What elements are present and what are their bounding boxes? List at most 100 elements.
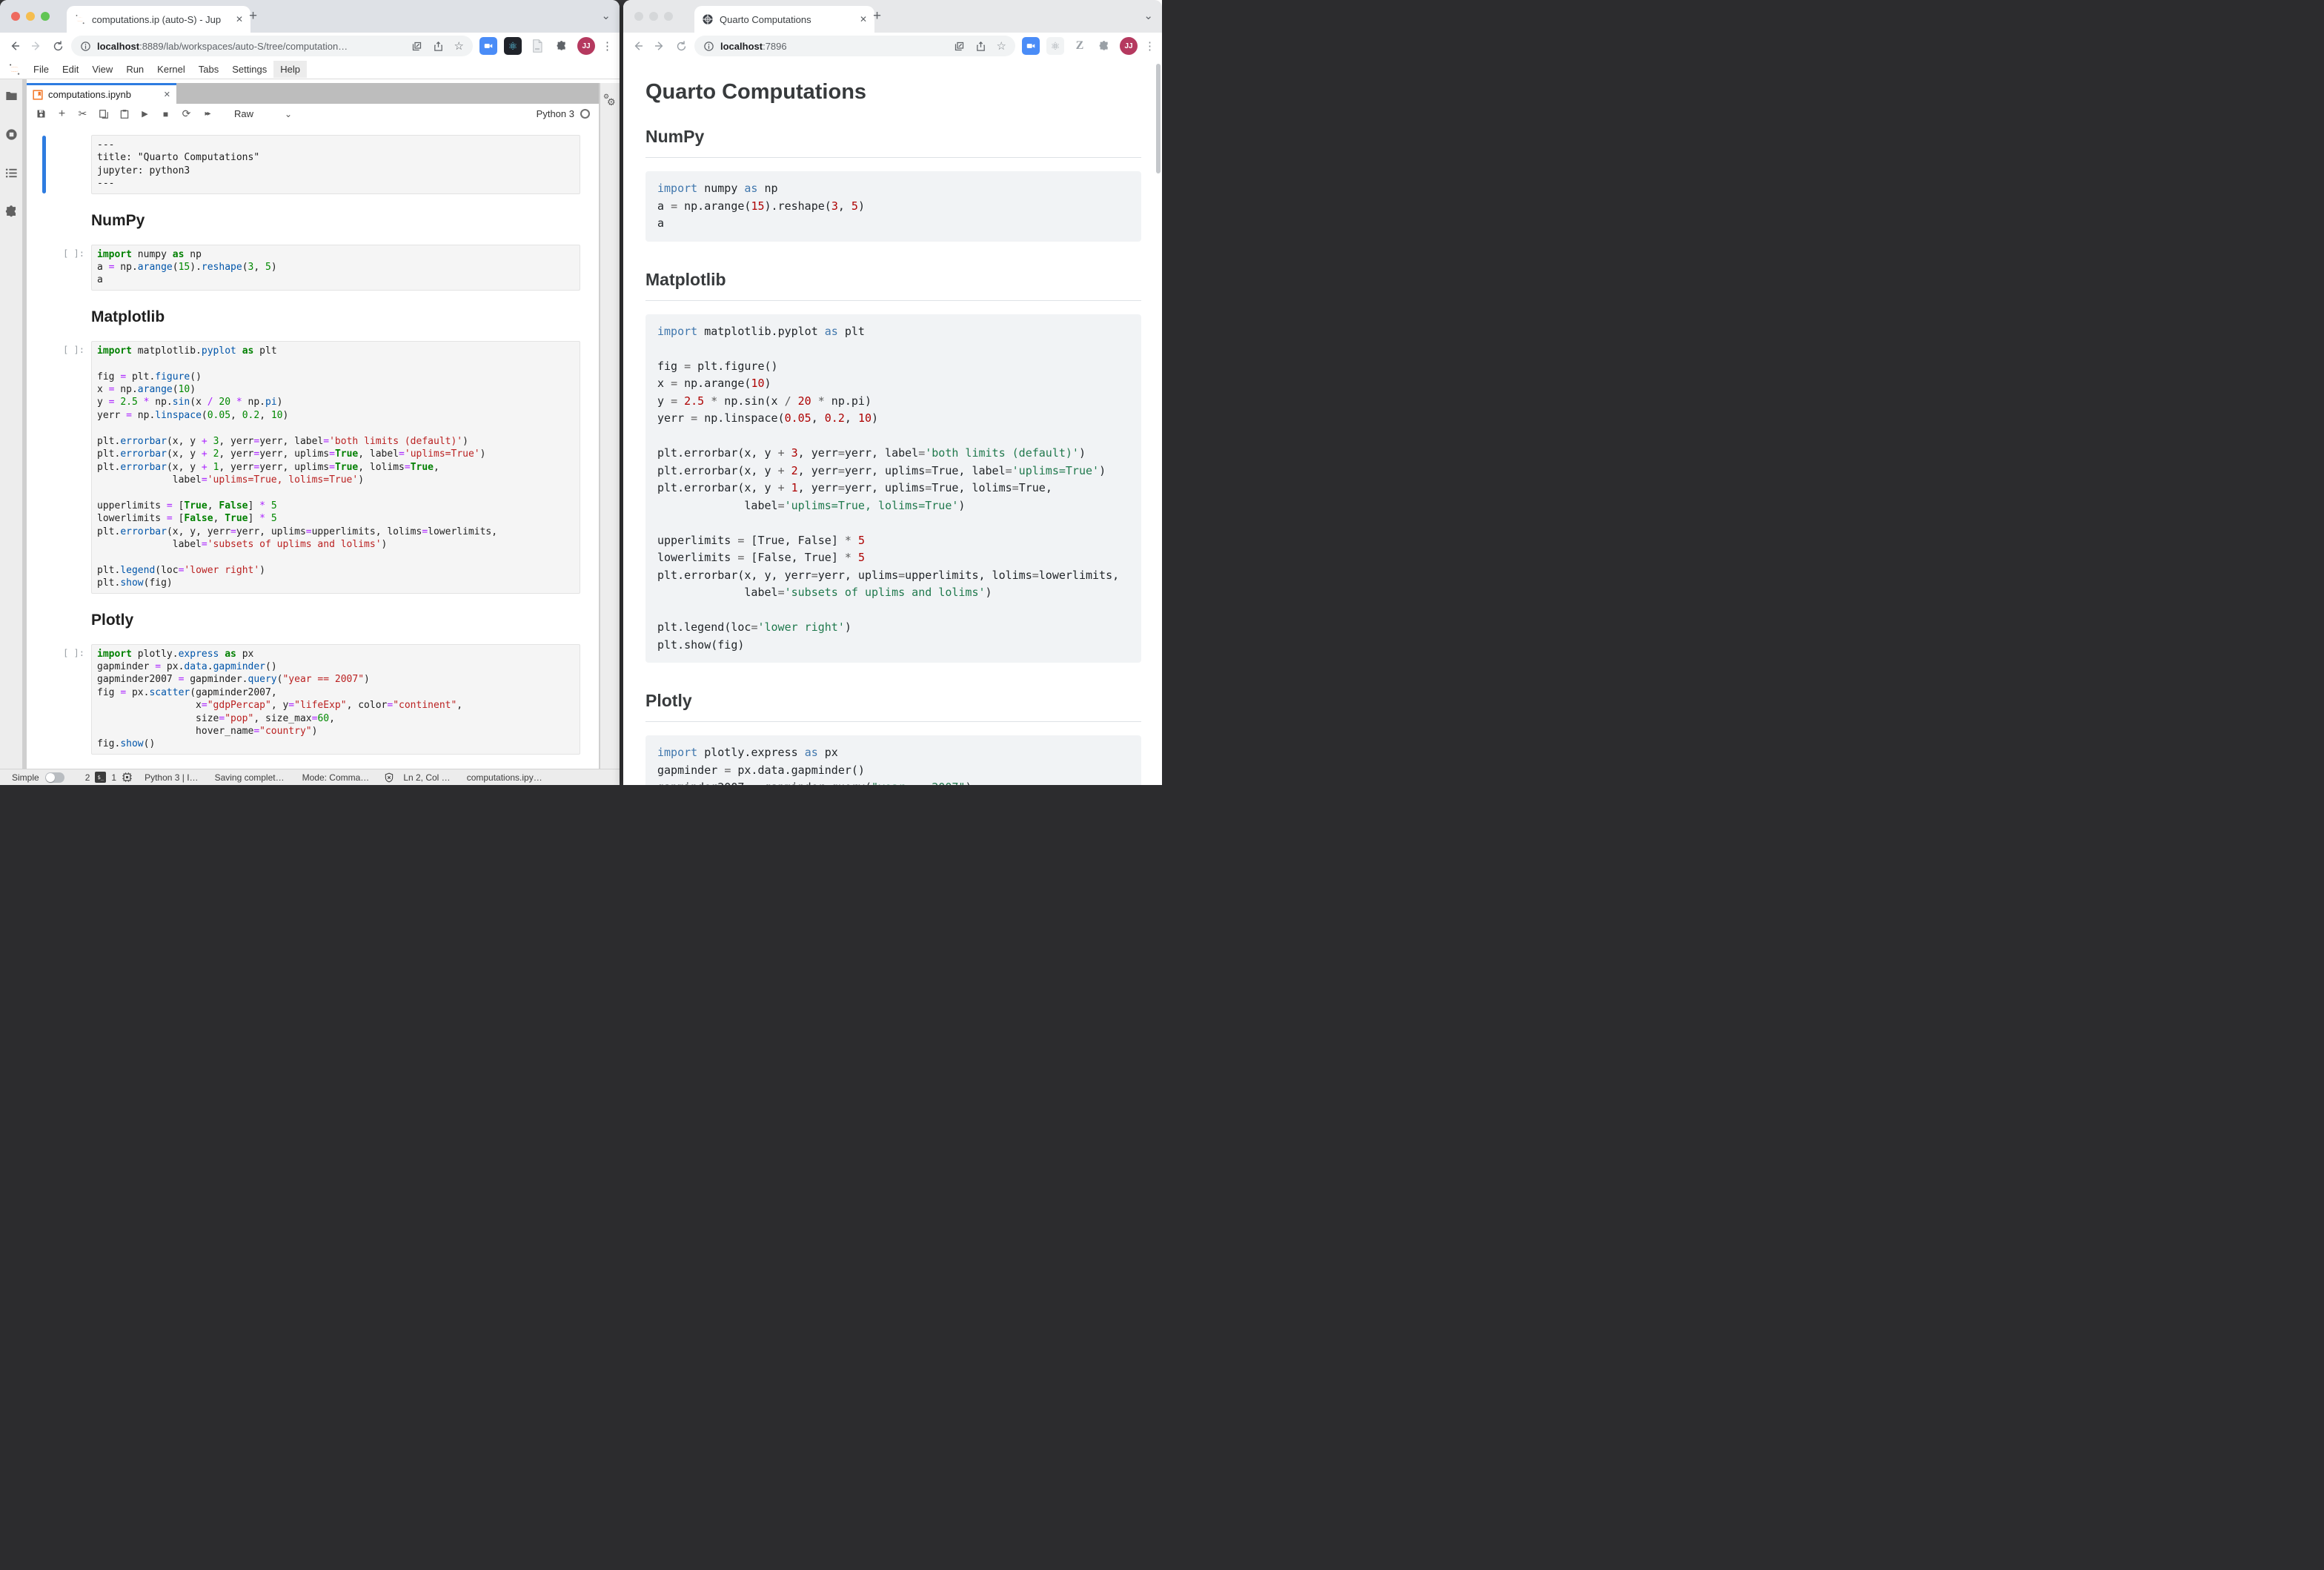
command-mode-text[interactable]: Mode: Comma… (302, 772, 370, 783)
menu-settings[interactable]: Settings (225, 61, 273, 78)
property-inspector-gears-icon[interactable]: ⚙⚙ (603, 93, 617, 107)
back-button[interactable] (7, 38, 23, 54)
browser-tab[interactable]: Quarto Computations ✕ (694, 6, 874, 33)
cell-editor[interactable]: import matplotlib.pyplot as plt fig = pl… (91, 341, 580, 594)
extensions-puzzle-icon[interactable] (553, 37, 571, 55)
forward-button[interactable] (28, 38, 44, 54)
browser-toolbar: localhost:7896 ☆ ⚛ Z JJ ⋮ (623, 33, 1162, 59)
profile-avatar[interactable]: JJ (577, 37, 595, 55)
window-minimize-button[interactable] (649, 12, 658, 21)
menu-help[interactable]: Help (273, 61, 307, 78)
browser-tab[interactable]: computations.ip (auto-S) - Jup ✕ (67, 6, 250, 33)
table-of-contents-icon[interactable] (4, 166, 19, 180)
code-line (97, 422, 574, 434)
markdown-heading-cell[interactable]: NumPy (91, 212, 580, 230)
save-button[interactable] (34, 107, 48, 121)
window-close-button[interactable] (634, 12, 643, 21)
tab-close-icon[interactable]: ✕ (236, 14, 243, 24)
menu-view[interactable]: View (85, 61, 119, 78)
restart-kernel-button[interactable]: ⟳ (179, 107, 193, 121)
z-extension-icon[interactable]: Z (1071, 37, 1089, 55)
reload-button[interactable] (673, 38, 689, 54)
code-line: title: "Quarto Computations" (97, 151, 574, 164)
window-zoom-button[interactable] (664, 12, 673, 21)
code-block[interactable]: import numpy as npa = np.arange(15).resh… (645, 171, 1141, 242)
markdown-heading-cell[interactable]: Matplotlib (91, 308, 580, 326)
new-tab-button[interactable]: + (249, 9, 257, 24)
tab-search-chevron-icon[interactable]: ⌄ (1143, 9, 1153, 22)
menu-edit[interactable]: Edit (56, 61, 85, 78)
browser-menu-icon[interactable]: ⋮ (1144, 39, 1155, 53)
zoom-extension-icon[interactable] (1022, 37, 1040, 55)
code-cell[interactable]: [ ]:import plotly.express as pxgapminder… (27, 644, 599, 755)
url-text[interactable]: localhost:7896 (720, 41, 787, 52)
code-line: gapminder2007 = gapminder.query("year ==… (97, 673, 574, 686)
open-in-new-icon[interactable] (954, 41, 965, 52)
address-bar[interactable]: localhost:8889/lab/workspaces/auto-S/tre… (71, 36, 473, 56)
kernels-count: 1 (111, 772, 116, 783)
back-button[interactable] (630, 38, 646, 54)
menu-run[interactable]: Run (119, 61, 150, 78)
share-icon[interactable] (975, 41, 986, 52)
paste-cells-button[interactable] (117, 107, 131, 121)
page-scrollbar-thumb[interactable] (1156, 64, 1161, 173)
open-in-new-icon[interactable] (411, 41, 422, 52)
notebook-scroll-area[interactable]: ---title: "Quarto Computations"jupyter: … (27, 124, 599, 769)
cut-cells-button[interactable]: ✂ (76, 107, 90, 121)
running-sessions-icon[interactable] (4, 127, 19, 142)
site-info-icon[interactable] (80, 41, 91, 52)
document-extension-icon[interactable] (528, 37, 546, 55)
notebook-tab[interactable]: computations.ipynb ✕ (27, 83, 176, 104)
window-minimize-button[interactable] (26, 12, 35, 21)
tab-title: computations.ip (auto-S) - Jup (92, 14, 230, 25)
raw-cell[interactable]: ---title: "Quarto Computations"jupyter: … (27, 135, 599, 194)
simple-mode-toggle[interactable] (45, 772, 64, 783)
code-line: --- (97, 177, 574, 190)
cell-editor[interactable]: import numpy as npa = np.arange(15).resh… (91, 245, 580, 291)
kernel-status-text[interactable]: Python 3 | I… (145, 772, 199, 783)
profile-avatar[interactable]: JJ (1120, 37, 1138, 55)
react-devtools-extension-icon[interactable]: ⚛ (1046, 37, 1064, 55)
kernel-name[interactable]: Python 3 (537, 108, 574, 119)
tab-search-chevron-icon[interactable]: ⌄ (601, 9, 611, 22)
notebook-tab-close-icon[interactable]: ✕ (164, 90, 170, 99)
menu-file[interactable]: File (27, 61, 56, 78)
cell-editor[interactable]: ---title: "Quarto Computations"jupyter: … (91, 135, 580, 194)
bookmark-star-icon[interactable]: ☆ (454, 39, 464, 53)
share-icon[interactable] (433, 41, 444, 52)
menu-kernel[interactable]: Kernel (150, 61, 192, 78)
kernel-status-icon[interactable] (580, 109, 590, 119)
react-devtools-extension-icon[interactable]: ⚛ (504, 37, 522, 55)
copy-cells-button[interactable] (96, 107, 110, 121)
bookmark-star-icon[interactable]: ☆ (997, 39, 1006, 53)
code-cell[interactable]: [ ]:import matplotlib.pyplot as plt fig … (27, 341, 599, 594)
forward-button[interactable] (651, 38, 668, 54)
extensions-puzzle-icon[interactable] (1095, 37, 1113, 55)
cursor-position-text[interactable]: Ln 2, Col … (403, 772, 450, 783)
window-close-button[interactable] (11, 12, 20, 21)
add-cell-button[interactable]: + (55, 107, 69, 121)
window-zoom-button[interactable] (41, 12, 50, 21)
cell-editor[interactable]: import plotly.express as pxgapminder = p… (91, 644, 580, 755)
run-cell-button[interactable]: ▶ (138, 107, 152, 121)
interrupt-kernel-button[interactable]: ■ (159, 107, 173, 121)
new-tab-button[interactable]: + (873, 9, 881, 24)
file-browser-icon[interactable] (4, 89, 19, 103)
code-line: a (97, 274, 574, 286)
browser-menu-icon[interactable]: ⋮ (602, 39, 613, 53)
tab-close-icon[interactable]: ✕ (860, 14, 867, 24)
restart-run-all-button[interactable]: ▸▸ (200, 107, 214, 121)
address-bar[interactable]: localhost:7896 ☆ (694, 36, 1015, 56)
cell-type-dropdown[interactable]: Raw ⌄ (234, 108, 292, 119)
code-block[interactable]: import plotly.express as pxgapminder = p… (645, 735, 1141, 785)
code-block[interactable]: import matplotlib.pyplot as plt fig = pl… (645, 314, 1141, 663)
code-line: plt.errorbar(x, y, yerr=yerr, uplims=upp… (657, 567, 1129, 585)
markdown-heading-cell[interactable]: Plotly (91, 612, 580, 629)
extension-manager-icon[interactable] (4, 205, 19, 219)
zoom-extension-icon[interactable] (479, 37, 497, 55)
code-cell[interactable]: [ ]:import numpy as npa = np.arange(15).… (27, 245, 599, 291)
reload-button[interactable] (50, 38, 66, 54)
url-text[interactable]: localhost:8889/lab/workspaces/auto-S/tre… (97, 41, 348, 52)
site-info-icon[interactable] (703, 41, 714, 52)
menu-tabs[interactable]: Tabs (192, 61, 225, 78)
